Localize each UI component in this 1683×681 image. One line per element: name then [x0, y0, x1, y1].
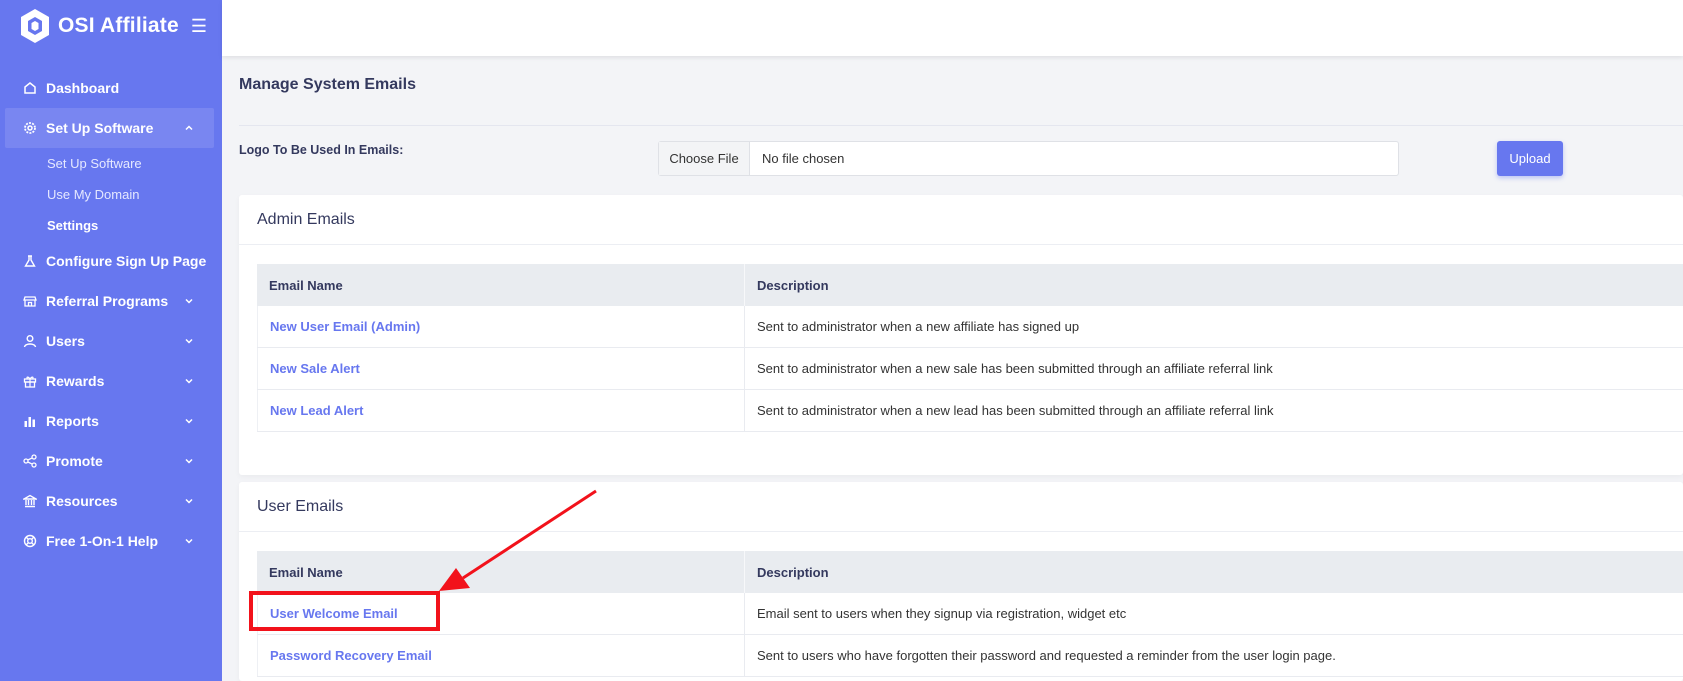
annotation-highlight-box	[249, 591, 440, 631]
email-link[interactable]: Password Recovery Email	[270, 648, 432, 663]
sidebar-item-label: Referral Programs	[46, 293, 169, 309]
sidebar-item-dashboard[interactable]: Dashboard	[0, 68, 222, 108]
divider	[239, 125, 1683, 126]
chevron-down-icon	[182, 334, 196, 348]
table-row: New User Email (Admin) Sent to administr…	[257, 306, 1683, 348]
sidebar-item-label: Users	[46, 333, 85, 349]
logo-upload-label: Logo To Be Used In Emails:	[239, 143, 404, 157]
chevron-down-icon	[182, 454, 196, 468]
sidebar-item-label: Set Up Software	[46, 120, 154, 136]
column-header-description: Description	[757, 564, 829, 580]
sidebar-item-label: Promote	[46, 453, 103, 469]
bank-icon	[22, 493, 38, 509]
sidebar-item-label: Dashboard	[46, 80, 120, 96]
choose-file-button[interactable]: Choose File	[659, 142, 750, 175]
email-description: Sent to administrator when a new lead ha…	[757, 403, 1274, 418]
sidebar-item-label: Resources	[46, 493, 118, 509]
sidebar-item-set-up-software[interactable]: Set Up Software	[5, 108, 214, 148]
sidebar-submenu: Set Up Software Use My Domain Settings	[0, 148, 222, 241]
gear-icon	[22, 120, 38, 136]
sidebar-item-free-help[interactable]: Free 1-On-1 Help	[0, 521, 222, 561]
chevron-down-icon	[182, 294, 196, 308]
sidebar-item-users[interactable]: Users	[0, 321, 222, 361]
sidebar-item-label: Configure Sign Up Page	[46, 253, 207, 269]
sidebar-item-rewards[interactable]: Rewards	[0, 361, 222, 401]
email-description: Sent to administrator when a new sale ha…	[757, 361, 1273, 376]
user-emails-card: User Emails Email Name Description User …	[239, 482, 1683, 681]
user-icon	[22, 333, 38, 349]
bar-chart-icon	[22, 413, 38, 429]
sidebar-item-configure-sign-up-page[interactable]: Configure Sign Up Page	[0, 241, 222, 281]
column-header-email-name: Email Name	[257, 264, 745, 306]
email-link[interactable]: New Sale Alert	[270, 361, 360, 376]
table-row: User Welcome Email Email sent to users w…	[257, 593, 1683, 635]
submenu-item-set-up-software[interactable]: Set Up Software	[47, 148, 222, 179]
submenu-item-use-my-domain[interactable]: Use My Domain	[47, 179, 222, 210]
upload-button[interactable]: Upload	[1497, 141, 1563, 176]
submenu-item-settings[interactable]: Settings	[47, 210, 222, 241]
column-header-description: Description	[757, 277, 829, 293]
sidebar: OSI Affiliate ☰ Dashboard Set Up Softwar…	[0, 0, 222, 681]
sidebar-item-label: Rewards	[46, 373, 105, 389]
sidebar-item-resources[interactable]: Resources	[0, 481, 222, 521]
page-title: Manage System Emails	[239, 76, 416, 93]
home-icon	[22, 80, 38, 96]
admin-emails-card: Admin Emails Email Name Description New …	[239, 195, 1683, 475]
sidebar-item-referral-programs[interactable]: Referral Programs	[0, 281, 222, 321]
table-row: Password Recovery Email Sent to users wh…	[257, 635, 1683, 677]
chevron-down-icon	[182, 534, 196, 548]
column-header-email-name: Email Name	[257, 551, 745, 593]
logo-file-input[interactable]: Choose File No file chosen	[658, 141, 1399, 176]
email-description: Email sent to users when they signup via…	[757, 606, 1127, 621]
sidebar-item-label: Reports	[46, 413, 99, 429]
table-header-row: Email Name Description	[257, 264, 1683, 306]
chevron-down-icon	[182, 494, 196, 508]
sidebar-item-promote[interactable]: Promote	[0, 441, 222, 481]
user-emails-table: Email Name Description User Welcome Emai…	[257, 551, 1683, 677]
sidebar-item-label: Free 1-On-1 Help	[46, 533, 159, 549]
sidebar-item-reports[interactable]: Reports	[0, 401, 222, 441]
email-description: Sent to administrator when a new affilia…	[757, 319, 1080, 334]
share-icon	[22, 453, 38, 469]
email-link[interactable]: New User Email (Admin)	[270, 319, 420, 334]
chevron-up-icon	[182, 121, 196, 135]
flask-icon	[22, 253, 38, 269]
brand[interactable]: OSI Affiliate ☰	[0, 0, 222, 52]
sidebar-nav: Dashboard Set Up Software Set Up Softwar…	[0, 68, 222, 561]
chevron-down-icon	[182, 374, 196, 388]
email-description: Sent to users who have forgotten their p…	[757, 648, 1336, 663]
hexagon-logo-icon	[18, 7, 52, 45]
table-header-row: Email Name Description	[257, 551, 1683, 593]
hamburger-icon[interactable]: ☰	[191, 16, 207, 37]
file-status-text: No file chosen	[762, 151, 845, 166]
brand-name: OSI Affiliate	[58, 14, 179, 37]
card-title: User Emails	[239, 482, 1683, 532]
store-icon	[22, 293, 38, 309]
top-navbar	[222, 0, 1683, 56]
main-content: Manage System Emails Logo To Be Used In …	[222, 56, 1683, 681]
gift-icon	[22, 373, 38, 389]
chevron-down-icon	[182, 414, 196, 428]
card-title: Admin Emails	[239, 195, 1683, 245]
table-row: New Sale Alert Sent to administrator whe…	[257, 348, 1683, 390]
email-link[interactable]: New Lead Alert	[270, 403, 363, 418]
lifebuoy-icon	[22, 533, 38, 549]
table-row: New Lead Alert Sent to administrator whe…	[257, 390, 1683, 432]
admin-emails-table: Email Name Description New User Email (A…	[257, 264, 1683, 432]
